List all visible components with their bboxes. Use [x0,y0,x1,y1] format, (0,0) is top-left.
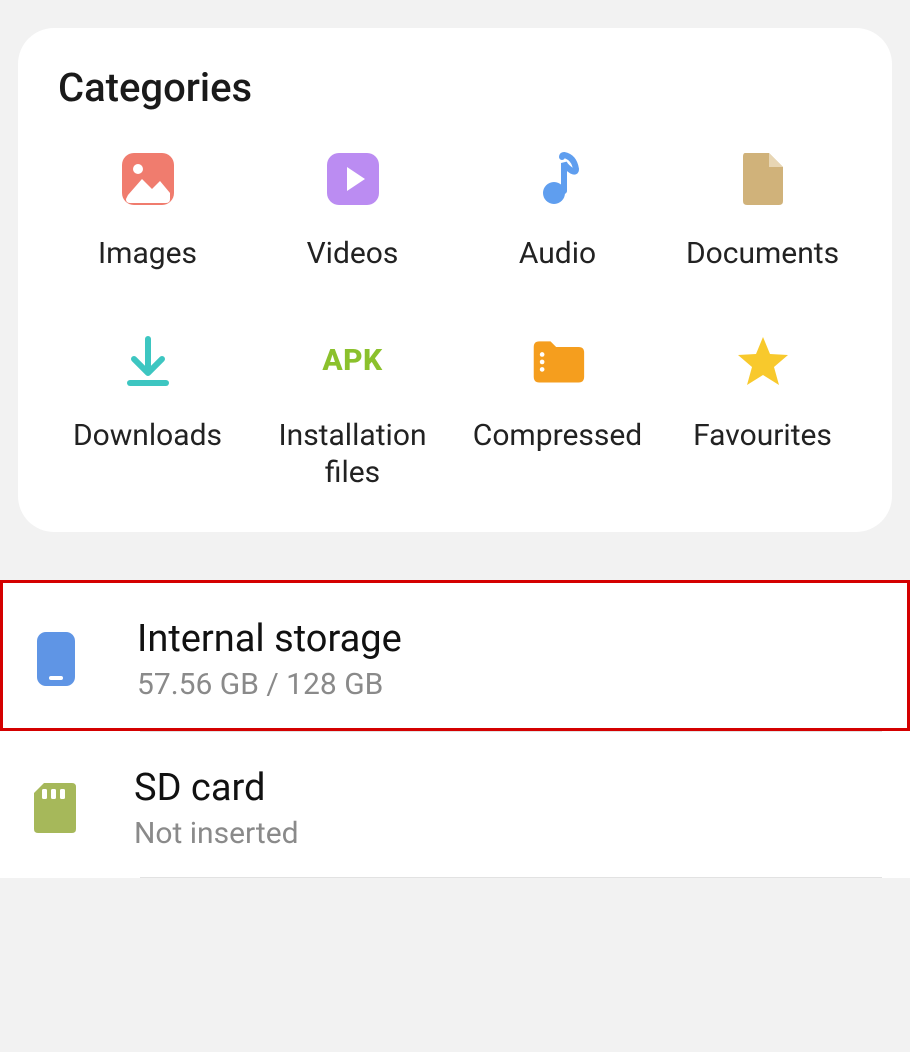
star-icon [735,333,791,389]
storage-sdcard-title: SD card [134,766,882,810]
category-audio[interactable]: Audio [460,151,655,273]
download-icon [120,333,176,389]
category-label: Documents [686,235,839,273]
categories-grid: Images Videos Audio [50,151,860,492]
apk-icon: APK [325,333,381,389]
category-videos[interactable]: Videos [255,151,450,273]
category-favourites[interactable]: Favourites [665,333,860,492]
category-images[interactable]: Images [50,151,245,273]
image-icon [120,151,176,207]
category-label: Compressed [473,417,642,455]
storage-sdcard[interactable]: SD card Not inserted [0,732,910,877]
storage-sdcard-sub: Not inserted [134,816,882,851]
phone-storage-icon [31,630,101,688]
document-icon [735,151,791,207]
storage-internal[interactable]: Internal storage 57.56 GB / 128 GB [0,580,910,731]
sd-card-icon [28,781,98,835]
category-compressed[interactable]: Compressed [460,333,655,492]
category-label: Downloads [73,417,222,455]
category-label: Installation files [255,417,450,492]
storage-section: Internal storage 57.56 GB / 128 GB SD ca… [0,580,910,878]
video-icon [325,151,381,207]
folder-zip-icon [530,333,586,389]
divider [140,877,882,878]
category-label: Favourites [693,417,832,455]
category-documents[interactable]: Documents [665,151,860,273]
categories-title: Categories [58,64,860,111]
storage-sdcard-text: SD card Not inserted [134,766,882,851]
category-label: Images [98,235,197,273]
category-installation-files[interactable]: APK Installation files [255,333,450,492]
categories-card: Categories Images Videos [18,28,892,532]
storage-internal-title: Internal storage [137,617,879,661]
category-downloads[interactable]: Downloads [50,333,245,492]
category-label: Audio [519,235,596,273]
storage-internal-sub: 57.56 GB / 128 GB [137,667,879,702]
music-note-icon [530,151,586,207]
category-label: Videos [307,235,399,273]
storage-internal-text: Internal storage 57.56 GB / 128 GB [137,617,879,702]
